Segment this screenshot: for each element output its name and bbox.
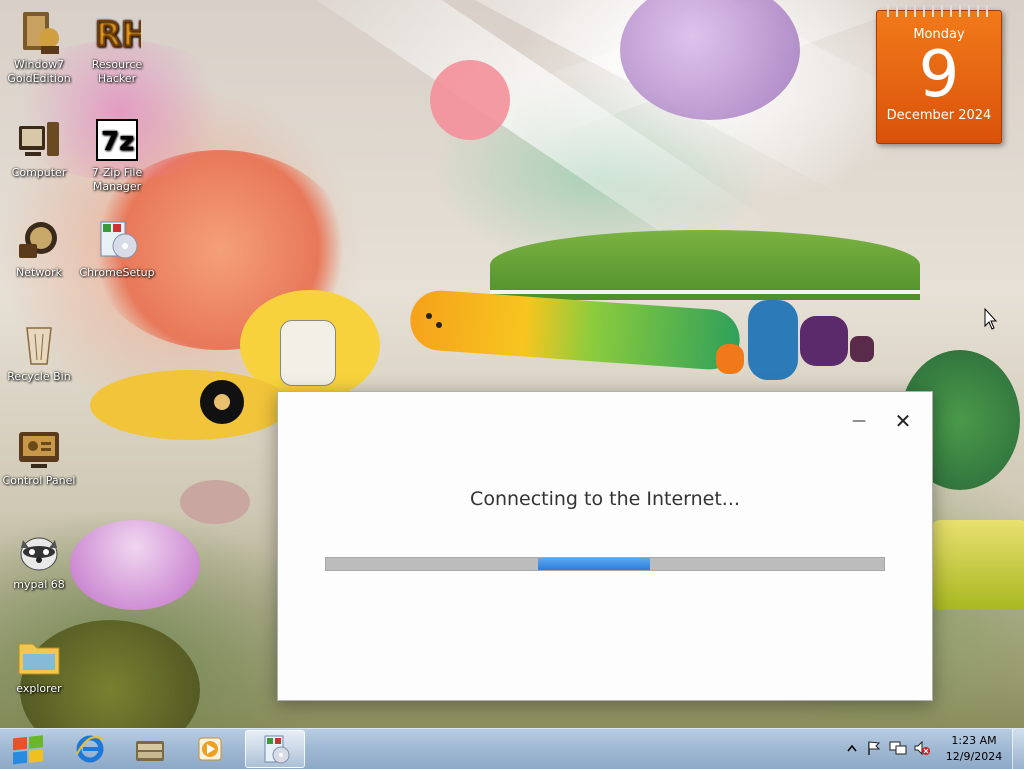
- recycle-bin-icon: [15, 320, 63, 368]
- desktop-icon-explorer[interactable]: explorer: [0, 632, 78, 696]
- taskbar-internet-explorer[interactable]: [62, 730, 118, 768]
- desktop-icon-label: explorer: [16, 682, 62, 695]
- show-desktop-button[interactable]: [1012, 729, 1024, 769]
- taskbar-media-player[interactable]: [182, 730, 238, 768]
- close-icon: ✕: [894, 409, 912, 433]
- windows-logo-icon: [13, 735, 43, 765]
- progress-bar: [325, 557, 885, 571]
- desktop-icon-network[interactable]: Network: [0, 216, 78, 280]
- dialog-message: Connecting to the Internet...: [470, 488, 740, 510]
- resource-hacker-icon: RH: [93, 8, 150, 56]
- clock-date: 12/9/2024: [945, 750, 1003, 763]
- desktop-icon-recycle-bin[interactable]: Recycle Bin: [0, 320, 78, 384]
- network-tray-icon[interactable]: [889, 739, 907, 757]
- desktop-icon-label: mypal 68: [13, 578, 65, 591]
- desktop-icon-label: Window7 GoldEdition: [7, 58, 71, 85]
- desktop-icon-mypal[interactable]: mypal 68: [0, 528, 78, 592]
- start-button[interactable]: [6, 730, 52, 768]
- explorer-folder-icon: [15, 632, 63, 680]
- chrome-setup-task-icon: [264, 735, 290, 764]
- volume-muted-icon[interactable]: [913, 739, 931, 757]
- desktop-icon-resource-hacker[interactable]: RH Resource Hacker: [78, 8, 156, 86]
- control-panel-icon: [15, 424, 63, 472]
- network-icon: [15, 216, 63, 264]
- desktop-icon-computer[interactable]: Computer: [0, 116, 78, 180]
- media-player-icon: [198, 737, 222, 761]
- svg-text:7z: 7z: [101, 127, 134, 157]
- desktop-icon-label: Network: [16, 266, 62, 279]
- internet-explorer-icon: [76, 735, 104, 763]
- mypal-icon: [15, 528, 63, 576]
- desktop-icon-label: 7-Zip File Manager: [91, 166, 143, 193]
- computer-icon: [15, 116, 63, 164]
- progress-indicator: [538, 558, 650, 570]
- desktop-icon-chromesetup[interactable]: ChromeSetup: [78, 216, 156, 280]
- taskbar-libraries[interactable]: [122, 730, 178, 768]
- calendar-day-number: 9: [918, 38, 960, 112]
- desktop-icon-label: Resource Hacker: [91, 58, 143, 85]
- desktop-icon-label: Computer: [11, 166, 67, 179]
- show-hidden-icons-button[interactable]: [843, 739, 861, 757]
- calendar-month-year: December 2024: [886, 108, 992, 123]
- desktop-icon-control-panel[interactable]: Control Panel: [0, 424, 78, 488]
- minimize-button[interactable]: —: [844, 406, 874, 436]
- desktop-icon-window7-goldedition[interactable]: Window7 GoldEdition: [0, 8, 78, 86]
- calendar-rings: [883, 5, 995, 17]
- taskbar-clock[interactable]: 1:23 AM 12/9/2024: [942, 733, 1006, 765]
- minimize-icon: —: [852, 413, 866, 429]
- desktop-icon-7zip[interactable]: 7z 7-Zip File Manager: [78, 116, 156, 194]
- library-folder-icon: [136, 741, 164, 761]
- close-button[interactable]: ✕: [888, 406, 918, 436]
- svg-text:RH: RH: [95, 15, 141, 55]
- connecting-dialog: — ✕ Connecting to the Internet...: [277, 391, 933, 701]
- action-center-flag-icon[interactable]: [865, 739, 883, 757]
- desktop-icon-label: Control Panel: [2, 474, 76, 487]
- desktop-icon-label: Recycle Bin: [7, 370, 71, 383]
- mouse-cursor-icon: [984, 307, 998, 334]
- clock-time: 1:23 AM: [951, 734, 997, 747]
- chrome-setup-icon: [93, 216, 141, 264]
- windows7-gold-icon: [15, 8, 63, 56]
- taskbar: 1:23 AM 12/9/2024: [0, 728, 1024, 769]
- taskbar-chromesetup-running[interactable]: [245, 730, 305, 768]
- 7zip-icon: 7z: [93, 116, 141, 164]
- desktop-icon-label: ChromeSetup: [79, 266, 155, 279]
- calendar-gadget[interactable]: Monday 9 December 2024: [876, 5, 1002, 144]
